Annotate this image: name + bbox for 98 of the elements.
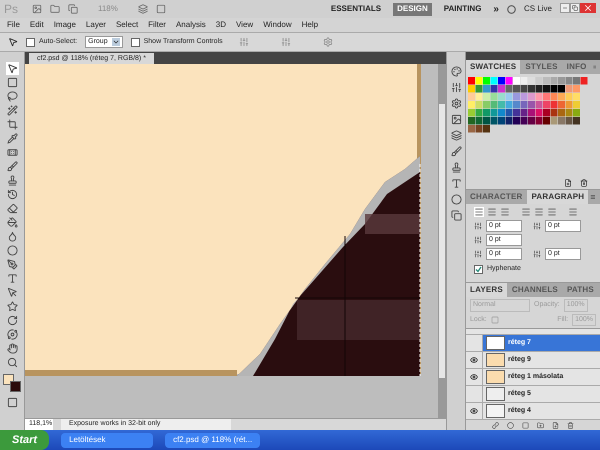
eye-icon bbox=[470, 407, 478, 415]
start-button[interactable]: Start bbox=[0, 430, 50, 450]
bridge-icon[interactable] bbox=[32, 4, 42, 14]
layer-thumbnail bbox=[486, 370, 505, 384]
tool-icon[interactable] bbox=[6, 188, 18, 201]
tool-icon[interactable] bbox=[6, 300, 18, 313]
screen-mode-icon[interactable] bbox=[156, 4, 166, 14]
tool-icon[interactable] bbox=[6, 76, 18, 89]
tool-icon[interactable] bbox=[6, 356, 18, 369]
delete-icon[interactable] bbox=[567, 422, 574, 428]
tool-icon[interactable] bbox=[6, 118, 18, 131]
indent-icon bbox=[533, 250, 541, 258]
indent-icon bbox=[474, 236, 482, 244]
close-icon[interactable] bbox=[580, 3, 596, 13]
panel-dock-icon[interactable] bbox=[450, 162, 462, 173]
taskbar-button[interactable]: Letöltések bbox=[61, 432, 154, 448]
new-swatch-icon[interactable] bbox=[564, 179, 572, 187]
layer-thumbnail bbox=[486, 404, 505, 418]
panel-tab[interactable]: PARAGRAPH bbox=[527, 190, 588, 204]
layer-thumbnail bbox=[486, 336, 505, 350]
tool-icon[interactable] bbox=[6, 258, 18, 271]
workspace-button[interactable]: DESIGN bbox=[393, 2, 432, 16]
menu-item[interactable]: Analysis bbox=[176, 19, 206, 31]
panel-tab[interactable]: SWATCHES bbox=[466, 60, 520, 74]
menu-item[interactable]: Layer bbox=[86, 19, 106, 31]
checkbox[interactable] bbox=[130, 38, 140, 46]
tool-icon[interactable] bbox=[6, 314, 18, 327]
fx-icon[interactable] bbox=[507, 422, 514, 428]
indent-icon bbox=[474, 222, 482, 230]
mask-icon[interactable] bbox=[522, 422, 529, 428]
visibility-toggle[interactable] bbox=[466, 335, 483, 351]
indent-icon bbox=[474, 250, 482, 258]
align-text-icon[interactable] bbox=[500, 207, 510, 217]
panel-dock-icon[interactable] bbox=[450, 66, 462, 77]
tool-icon[interactable] bbox=[6, 202, 18, 215]
tool-icon[interactable] bbox=[6, 132, 18, 145]
panel-tab[interactable]: LAYERS bbox=[466, 283, 507, 297]
tool-icon[interactable] bbox=[6, 104, 18, 117]
align-text-icon[interactable] bbox=[487, 207, 497, 217]
align-text-icon[interactable] bbox=[568, 207, 578, 217]
layer-thumbnail bbox=[486, 387, 505, 401]
arrange-icon[interactable] bbox=[138, 4, 148, 14]
panel-dock-icon[interactable] bbox=[450, 114, 462, 125]
tool-icon[interactable] bbox=[6, 160, 18, 173]
menu-item[interactable]: 3D bbox=[216, 19, 226, 31]
move-tool-icon[interactable] bbox=[8, 37, 18, 47]
panel-dock-icon[interactable] bbox=[450, 98, 462, 109]
indent-icon bbox=[533, 222, 541, 230]
menu-item[interactable]: Select bbox=[116, 19, 138, 31]
swatch-grid-drawing[interactable] bbox=[468, 77, 588, 135]
menu-item[interactable]: Edit bbox=[30, 19, 44, 31]
checkbox[interactable] bbox=[26, 38, 35, 46]
tool-icon[interactable] bbox=[6, 272, 18, 285]
align-text-icon[interactable] bbox=[534, 207, 544, 217]
panel-dock-icon[interactable] bbox=[450, 194, 462, 205]
restore-icon[interactable] bbox=[570, 3, 580, 13]
more-workspaces[interactable]: » bbox=[493, 2, 499, 16]
menu-item[interactable]: Window bbox=[263, 19, 292, 31]
tool-icon[interactable] bbox=[6, 342, 18, 355]
color-swatches-drawing[interactable] bbox=[3, 374, 21, 392]
align-text-icon[interactable] bbox=[547, 207, 557, 217]
mini-bridge-icon[interactable] bbox=[50, 4, 60, 14]
cs-live-menu[interactable]: CS Live bbox=[524, 3, 552, 15]
eye-icon bbox=[470, 373, 478, 381]
menu-item[interactable]: Help bbox=[302, 19, 318, 31]
link-icon[interactable] bbox=[492, 422, 499, 428]
tool-icon[interactable] bbox=[6, 90, 18, 103]
panel-dock-icon[interactable] bbox=[450, 178, 462, 189]
delete-icon[interactable] bbox=[580, 179, 588, 187]
menu-item[interactable]: File bbox=[7, 19, 20, 31]
view-extras-icon[interactable] bbox=[68, 4, 78, 14]
eye-icon bbox=[470, 356, 478, 364]
align-text-icon[interactable] bbox=[521, 207, 531, 217]
taskbar-button[interactable]: cf2.psd @ 118% (rét... bbox=[165, 432, 260, 448]
panel-dock-icon[interactable] bbox=[450, 210, 462, 221]
checkbox[interactable] bbox=[474, 264, 483, 274]
menu-item[interactable]: Filter bbox=[148, 19, 166, 31]
new-layer-icon[interactable] bbox=[552, 422, 559, 428]
tool-icon[interactable] bbox=[6, 216, 18, 229]
tool-icon[interactable] bbox=[6, 328, 18, 341]
chevron-down-icon bbox=[112, 38, 120, 46]
tool-icon[interactable] bbox=[6, 244, 18, 257]
workspace-button[interactable]: PAINTING bbox=[440, 2, 486, 16]
quick-mask-icon[interactable] bbox=[6, 397, 18, 408]
group-icon[interactable] bbox=[537, 422, 544, 428]
workspace-button[interactable]: ESSENTIALS bbox=[326, 2, 386, 16]
layer-thumbnail bbox=[486, 353, 505, 367]
align-text-icon[interactable] bbox=[474, 207, 484, 217]
panel-dock-icon[interactable] bbox=[450, 146, 462, 157]
menu-item[interactable]: View bbox=[236, 19, 254, 31]
panel-dock-icon[interactable] bbox=[450, 130, 462, 141]
tool-icon[interactable] bbox=[6, 62, 18, 75]
menu-item[interactable]: Image bbox=[54, 19, 76, 31]
tool-icon[interactable] bbox=[6, 286, 18, 299]
cs-live-icon bbox=[506, 4, 516, 14]
panel-dock-icon[interactable] bbox=[450, 82, 462, 93]
tool-icon[interactable] bbox=[6, 174, 18, 187]
minimize-icon[interactable] bbox=[560, 3, 570, 13]
